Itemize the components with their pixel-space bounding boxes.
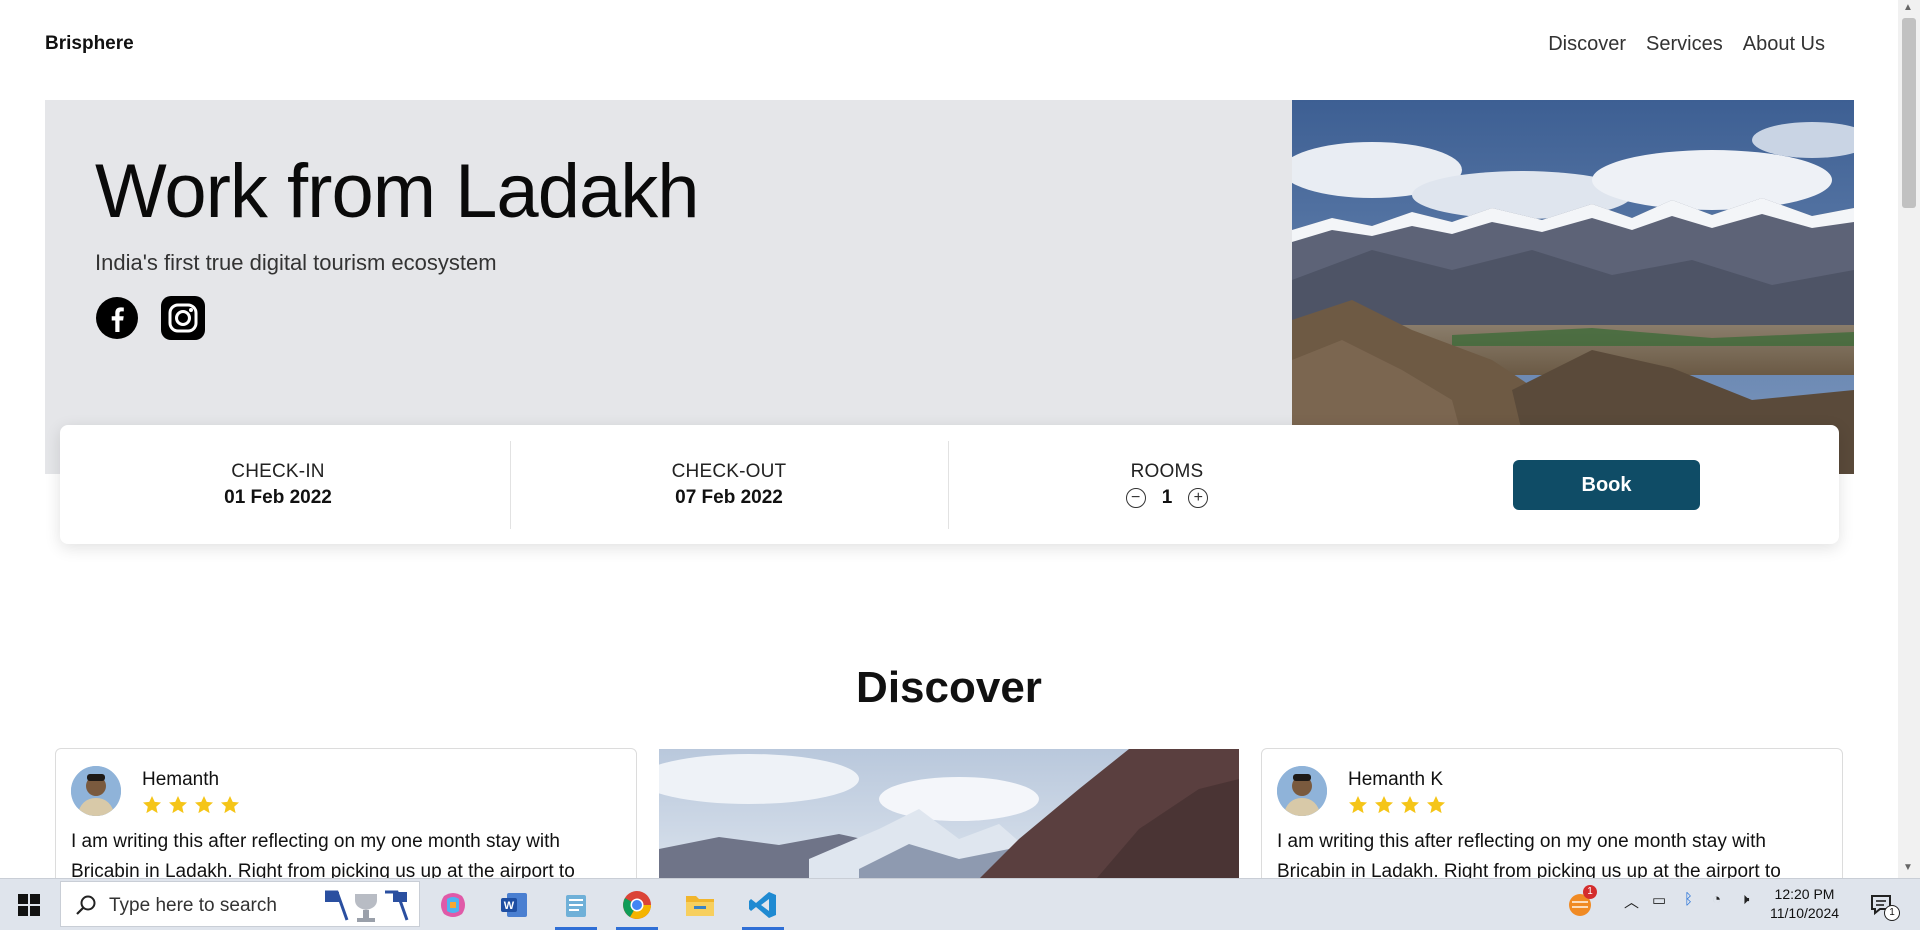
notification-count: 1 bbox=[1884, 905, 1900, 921]
review-text: I am writing this after reflecting on my… bbox=[1277, 831, 1781, 878]
page-scrollbar[interactable]: ▲ ▼ bbox=[1898, 0, 1920, 878]
rating-stars bbox=[1348, 795, 1446, 815]
review-text: I am writing this after reflecting on my… bbox=[71, 831, 575, 878]
star-icon bbox=[143, 796, 161, 814]
facebook-icon[interactable] bbox=[95, 296, 139, 340]
scroll-down-icon[interactable]: ▼ bbox=[1903, 862, 1913, 873]
checkin-field[interactable]: CHECK-IN 01 Feb 2022 bbox=[60, 425, 496, 544]
weather-icon[interactable]: 1 bbox=[1566, 885, 1597, 919]
star-icon bbox=[1427, 796, 1445, 814]
star-icon bbox=[1401, 796, 1419, 814]
file-explorer-icon[interactable] bbox=[677, 885, 723, 925]
reviewer-name: Hemanth K bbox=[1348, 769, 1444, 790]
scroll-thumb[interactable] bbox=[1902, 18, 1916, 208]
windows-start-icon[interactable] bbox=[18, 894, 40, 916]
top-nav: Discover Services About Us bbox=[1548, 33, 1825, 56]
hero-title: Work from Ladakh bbox=[95, 149, 700, 234]
rooms-stepper: − 1 + bbox=[1125, 486, 1209, 509]
hero-mountain-image bbox=[1292, 100, 1854, 474]
clock-date: 11/10/2024 bbox=[1770, 905, 1840, 921]
checkout-value[interactable]: 07 Feb 2022 bbox=[675, 487, 783, 509]
increment-button[interactable]: + bbox=[1188, 487, 1209, 508]
star-icon bbox=[195, 796, 213, 814]
hero-subtitle: India's first true digital tourism ecosy… bbox=[95, 250, 497, 275]
reviewer-name: Hemanth bbox=[142, 769, 220, 790]
review-card: Hemanth K I am writing this after reflec… bbox=[1261, 748, 1843, 878]
checkout-field[interactable]: CHECK-OUT 07 Feb 2022 bbox=[510, 425, 948, 544]
taskbar-search[interactable]: Type here to search bbox=[60, 881, 420, 927]
copilot-icon[interactable] bbox=[430, 885, 476, 925]
decrement-button[interactable]: − bbox=[1125, 487, 1146, 508]
clock-time: 12:20 PM bbox=[1774, 886, 1835, 902]
avatar bbox=[1277, 766, 1327, 816]
scroll-up-icon[interactable]: ▲ bbox=[1903, 2, 1913, 13]
review-card: Hemanth I am writing this after reflecti… bbox=[55, 748, 637, 878]
notepad-icon[interactable] bbox=[553, 885, 599, 930]
star-icon bbox=[221, 796, 239, 814]
search-highlight-icon bbox=[325, 890, 409, 922]
discover-image bbox=[659, 749, 1239, 878]
book-button[interactable]: Book bbox=[1513, 460, 1700, 510]
checkin-label: CHECK-IN bbox=[231, 460, 325, 482]
bluetooth-icon[interactable]: ᛒ bbox=[1684, 891, 1693, 908]
notification-icon[interactable]: 1 bbox=[1868, 891, 1900, 921]
brand-logo[interactable]: Brisphere bbox=[45, 33, 134, 55]
wifi-icon[interactable]: ◔ bbox=[1712, 891, 1721, 908]
rooms-value: 1 bbox=[1161, 486, 1173, 508]
discover-heading: Discover bbox=[856, 663, 1042, 712]
booking-bar: CHECK-IN 01 Feb 2022 CHECK-OUT 07 Feb 20… bbox=[60, 425, 1839, 544]
rating-stars bbox=[142, 795, 240, 815]
social-links bbox=[95, 296, 205, 340]
windows-taskbar: Type here to search W 1 ︿ ▭ ᛒ ◔ 🕨 12:20 … bbox=[0, 878, 1920, 930]
checkout-label: CHECK-OUT bbox=[671, 460, 787, 482]
checkin-value[interactable]: 01 Feb 2022 bbox=[224, 487, 332, 509]
search-icon bbox=[76, 895, 96, 915]
weather-badge: 1 bbox=[1583, 885, 1597, 899]
chevron-up-icon[interactable]: ︿ bbox=[1624, 891, 1639, 912]
star-icon bbox=[1375, 796, 1393, 814]
hero-section: Work from Ladakh India's first true digi… bbox=[45, 100, 1292, 474]
word-icon[interactable]: W bbox=[491, 885, 537, 925]
instagram-icon[interactable] bbox=[161, 296, 205, 340]
nav-services[interactable]: Services bbox=[1646, 33, 1723, 56]
vscode-icon[interactable] bbox=[740, 885, 786, 930]
avatar bbox=[71, 766, 121, 816]
web-page: Brisphere Discover Services About Us Wor… bbox=[0, 0, 1898, 878]
battery-icon[interactable]: ▭ bbox=[1652, 891, 1666, 909]
nav-about-us[interactable]: About Us bbox=[1743, 33, 1825, 56]
search-placeholder: Type here to search bbox=[109, 895, 277, 916]
star-icon bbox=[1349, 796, 1367, 814]
svg-text:W: W bbox=[504, 900, 515, 912]
volume-icon[interactable]: 🕨 bbox=[1740, 891, 1749, 908]
chrome-icon[interactable] bbox=[614, 885, 660, 930]
rooms-field: ROOMS − 1 + bbox=[948, 425, 1386, 544]
system-clock[interactable]: 12:20 PM 11/10/2024 bbox=[1770, 885, 1839, 923]
nav-discover[interactable]: Discover bbox=[1548, 33, 1626, 56]
rooms-label: ROOMS bbox=[1130, 460, 1204, 482]
star-icon bbox=[169, 796, 187, 814]
